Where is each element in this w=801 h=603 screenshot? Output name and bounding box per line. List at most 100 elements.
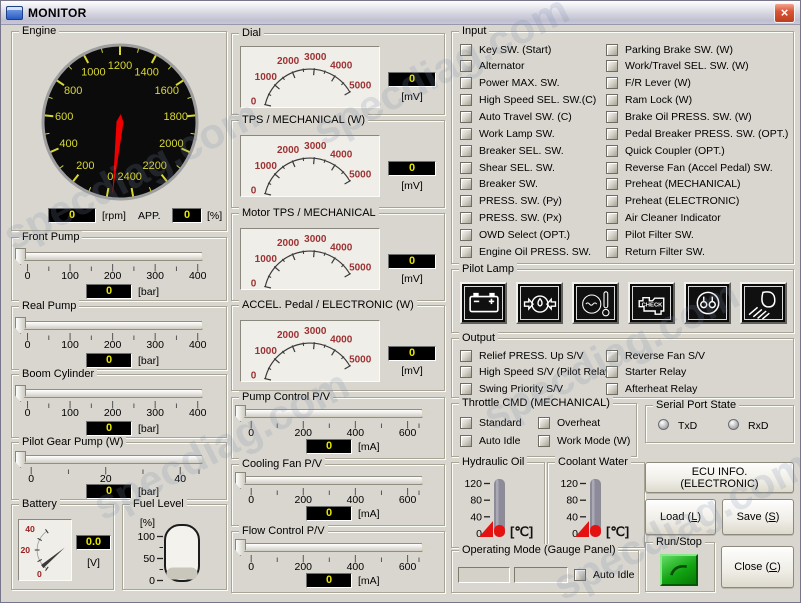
throttle-indicator-label: Work Mode (W) (557, 434, 631, 447)
arc-gauge-svg: 0 1000 2000 30004000 5000 (251, 52, 372, 107)
slider-thumb[interactable] (235, 405, 246, 422)
input-indicator-lamp (460, 94, 472, 107)
input-indicator-item: Work Lamp SW. (460, 127, 555, 140)
thermo-scale-label: 0 (572, 528, 578, 540)
slider-track[interactable] (19, 389, 211, 398)
input-indicator-item: Parking Brake SW. (W) (606, 43, 733, 56)
slider-thumb[interactable] (235, 472, 246, 489)
engine-gauge-tick-label: 400 (59, 138, 77, 150)
group-label: Battery (19, 498, 60, 511)
load-button[interactable]: Load (L) (645, 499, 716, 535)
accel-pedal-gauge: 0 1000 2000 3000 4000 5000 (240, 320, 380, 382)
arc-gauge-tick-label: 2000 (277, 56, 300, 67)
input-indicator-lamp (460, 127, 472, 140)
input-indicator-label: Work/Travel SEL. SW. (W) (625, 60, 749, 73)
input-indicator-lamp (606, 195, 618, 208)
arc-gauge-tick-label: 5000 (349, 170, 372, 181)
input-indicator-lamp (460, 77, 472, 90)
save-button[interactable]: Save (S) (722, 499, 794, 535)
slider-track[interactable] (239, 409, 431, 418)
group-label: Input (459, 25, 490, 38)
group-label: Flow Control P/V (239, 525, 328, 538)
slider-track[interactable] (19, 455, 211, 464)
input-indicator-label: Preheat (ELECTRONIC) (625, 195, 740, 208)
ecu-info-button[interactable]: ECU INFO. (ELECTRONIC) (645, 462, 794, 493)
app-label: APP. (138, 210, 161, 222)
input-indicator-lamp (606, 178, 618, 191)
throttle-indicator-label: Overheat (557, 416, 601, 429)
input-indicator-label: Reverse Fan (Accel Pedal) SW. (625, 161, 773, 174)
slider-tick-label: 400 (188, 270, 207, 282)
slider-track[interactable] (239, 543, 431, 552)
slider-thumb[interactable] (15, 385, 26, 402)
slider-unit-label: [bar] (138, 355, 160, 367)
input-indicator-item: Preheat (MECHANICAL) (606, 178, 741, 191)
input-indicator-label: Quick Coupler (OPT.) (625, 144, 725, 157)
accel-pedal-unit-label: [mV] (401, 365, 423, 377)
slider-thumb[interactable] (15, 248, 26, 265)
engine-rpm-value: 0 (48, 208, 96, 223)
operating-mode-field-1 (458, 567, 510, 583)
input-indicator-lamp (606, 60, 618, 73)
battery-unit-label: [V] (87, 557, 100, 569)
input-indicator-label: Parking Brake SW. (W) (625, 43, 733, 56)
run-stop-button[interactable] (660, 554, 698, 586)
engine-gauge-tick-label: 600 (55, 111, 73, 123)
slider-thumb[interactable] (15, 317, 26, 334)
slider-thumb[interactable] (15, 451, 26, 468)
slider-thumb[interactable] (235, 539, 246, 556)
thermo-unit-label: [℃] (606, 524, 629, 539)
save-label: Save ( (736, 511, 769, 523)
thermo-scale-label: 120 (464, 478, 482, 490)
motor-tps-gauge: 0 1000 2000 3000 4000 5000 (240, 228, 380, 290)
group-label: Coolant Water (555, 456, 631, 469)
tps-gauge: 0 1000 2000 3000 4000 5000 (240, 135, 380, 197)
input-indicator-label: Pilot Filter SW. (625, 228, 694, 241)
input-indicator-item: Alternator (460, 60, 525, 73)
input-indicator-lamp (606, 245, 618, 258)
fuel-scale-label: 0 (149, 575, 155, 587)
input-indicator-lamp (606, 161, 618, 174)
arc-gauge-tick-label: 3000 (304, 141, 327, 152)
output-indicator-lamp (606, 349, 618, 362)
group-hydraulic-oil: Hydraulic Oil 120 80 40 0 [℃] (451, 456, 545, 548)
engine-gauge-tick-label: 1600 (155, 85, 179, 97)
slider-track[interactable] (19, 252, 211, 261)
slider-tick-label: 400 (188, 407, 207, 419)
group-label: Dial (239, 27, 264, 40)
slider-tick-label: 0 (24, 339, 31, 351)
group-output: Output Relief PRESS. Up S/V High Speed S/… (451, 332, 794, 398)
group-label: Hydraulic Oil (459, 456, 528, 469)
input-indicator-item: Breaker SEL. SW. (460, 144, 564, 157)
input-indicator-lamp (460, 161, 472, 174)
close-window-button[interactable]: × (774, 2, 795, 23)
output-indicator-label: Reverse Fan S/V (625, 349, 705, 362)
slider-tick-label: 200 (294, 427, 313, 439)
group-label: Boom Cylinder (19, 368, 98, 381)
slider-track[interactable] (239, 476, 431, 485)
group-label: Pilot Lamp (459, 263, 517, 276)
output-indicator-label: Swing Priority S/V (479, 382, 564, 395)
check-text: CHECK (641, 303, 663, 309)
slider-tick-label: 400 (346, 494, 365, 506)
input-indicator-label: Ram Lock (W) (625, 94, 693, 107)
throttle-indicator-lamp (538, 416, 550, 429)
input-indicator-label: Preheat (MECHANICAL) (625, 178, 741, 191)
slider-tick-label: 600 (398, 427, 417, 439)
close-button[interactable]: Close (C) (721, 546, 794, 588)
close-label-suffix: ) (777, 561, 781, 573)
thermo-scale-label: 80 (566, 495, 578, 507)
slider-track[interactable] (19, 321, 211, 330)
slider-tick-label: 200 (103, 407, 122, 419)
group-label: Fuel Level (130, 498, 187, 511)
group-tps-mechanical: TPS / MECHANICAL (W) 0 1000 2000 3000 4000 50… (231, 114, 445, 208)
throttle-indicator-lamp (538, 434, 550, 447)
slider-tick-label: 200 (103, 270, 122, 282)
arc-gauge-svg: 0 1000 2000 30004000 5000 (251, 234, 372, 289)
engine-gauge-tick-label: 2000 (159, 138, 183, 150)
engine-gauge-tick-label: 800 (64, 85, 82, 97)
title-bar[interactable]: MONITOR × (1, 1, 800, 25)
group-input: Input Key SW. (Start) Alternator Power MAX… (451, 25, 794, 264)
slider-tick-label: 200 (294, 561, 313, 573)
fuel-tank-gauge: [%] 100 50 0 (137, 517, 200, 587)
